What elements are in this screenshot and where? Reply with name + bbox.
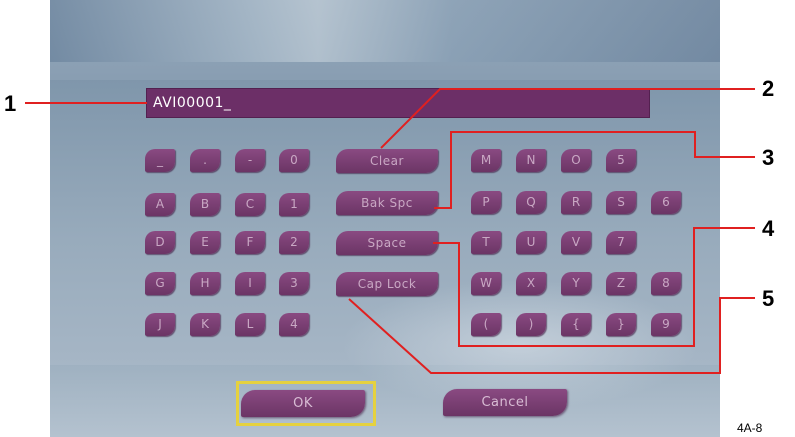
key-open-paren[interactable]: ( [471,313,501,336]
key-u[interactable]: U [516,231,546,254]
key-q[interactable]: Q [516,191,546,214]
key-open-brace[interactable]: { [561,313,591,336]
key-i[interactable]: I [235,272,265,295]
key-6[interactable]: 6 [651,191,681,214]
callout-number-4: 4 [762,216,775,241]
key-d[interactable]: D [145,231,175,254]
key-close-paren[interactable]: ) [516,313,546,336]
key-n[interactable]: N [516,149,546,172]
key-5[interactable]: 5 [606,149,636,172]
key-2[interactable]: 2 [279,231,309,254]
callout-number-1: 1 [4,91,17,116]
key-hyphen[interactable]: - [235,149,265,172]
filename-input[interactable]: AVI00001_ [146,88,650,118]
background-band [50,0,720,62]
key-x[interactable]: X [516,272,546,295]
key-e[interactable]: E [190,231,220,254]
key-p[interactable]: P [471,191,501,214]
key-9[interactable]: 9 [651,313,681,336]
key-4[interactable]: 4 [279,313,309,336]
key-underscore[interactable]: _ [145,149,175,172]
key-w[interactable]: W [471,272,501,295]
key-g[interactable]: G [145,272,175,295]
key-a[interactable]: A [145,193,175,216]
key-period[interactable]: . [190,149,220,172]
callout-number-2: 2 [762,76,775,101]
key-s[interactable]: S [606,191,636,214]
key-1[interactable]: 1 [279,193,309,216]
figure-reference: 4A-8 [737,421,763,435]
key-7[interactable]: 7 [606,231,636,254]
key-t[interactable]: T [471,231,501,254]
key-y[interactable]: Y [561,272,591,295]
key-8[interactable]: 8 [651,272,681,295]
clear-button[interactable]: Clear [336,149,438,173]
caps-lock-button[interactable]: Cap Lock [336,272,438,296]
key-r[interactable]: R [561,191,591,214]
key-m[interactable]: M [471,149,501,172]
key-k[interactable]: K [190,313,220,336]
key-h[interactable]: H [190,272,220,295]
space-button[interactable]: Space [336,231,438,255]
key-z[interactable]: Z [606,272,636,295]
key-c[interactable]: C [235,193,265,216]
callout-number-3: 3 [762,145,775,170]
on-screen-keyboard-dialog [50,0,720,437]
cancel-button[interactable]: Cancel [443,389,567,416]
key-f[interactable]: F [235,231,265,254]
key-j[interactable]: J [145,313,175,336]
key-close-brace[interactable]: } [606,313,636,336]
key-l[interactable]: L [235,313,265,336]
key-v[interactable]: V [561,231,591,254]
key-o[interactable]: O [561,149,591,172]
key-b[interactable]: B [190,193,220,216]
key-0[interactable]: 0 [279,149,309,172]
key-3[interactable]: 3 [279,272,309,295]
background-bar [50,62,720,80]
backspace-button[interactable]: Bak Spc [336,191,438,215]
ok-button[interactable]: OK [241,390,365,417]
callout-number-5: 5 [762,286,775,311]
